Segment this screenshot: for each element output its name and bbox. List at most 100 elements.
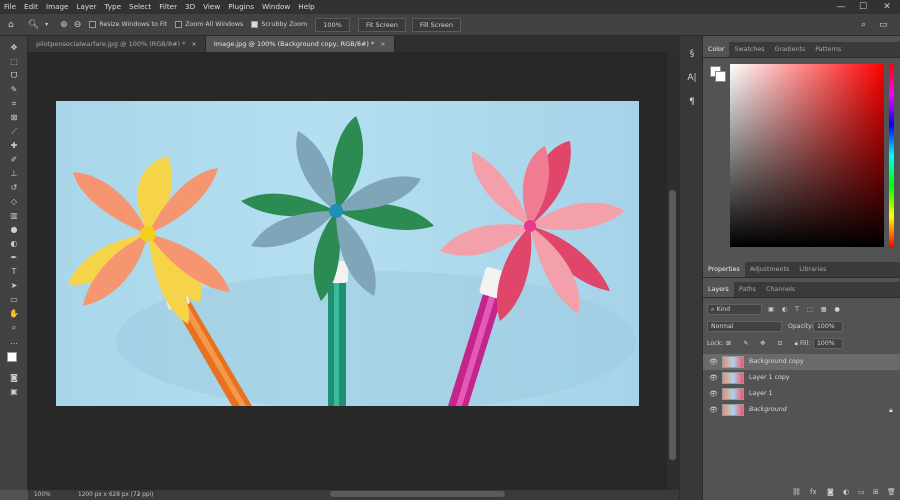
zoom-out-icon[interactable]: ⊖ [74,20,82,30]
lasso-tool-icon[interactable]: ᗜ [8,70,20,82]
foreground-color-swatch[interactable] [7,352,17,362]
chevron-down-icon[interactable]: ▾ [45,21,48,28]
blur-tool-icon[interactable]: ● [8,224,20,236]
more-tools-icon[interactable]: … [8,336,20,348]
document-info[interactable]: 1200 px x 628 px (72 ppi) [78,490,153,500]
menu-filter[interactable]: Filter [155,0,181,14]
tab-color[interactable]: Color [703,42,730,57]
layer-row[interactable]: 👁︎ Layer 1 copy [703,370,900,386]
layer-row[interactable]: 👁︎ Background copy [703,354,900,370]
eye-icon[interactable]: 👁︎ [709,354,718,370]
zoom-all-windows-checkbox[interactable]: Zoom All Windows [175,21,243,28]
close-tab-icon[interactable]: × [380,40,385,48]
tab-properties[interactable]: Properties [703,262,745,277]
zoom-in-icon[interactable]: ⊕ [60,20,68,30]
chevron-right-icon[interactable]: › [138,490,140,500]
menu-layer[interactable]: Layer [72,0,100,14]
gradient-tool-icon[interactable]: ▥ [8,210,20,222]
healing-brush-icon[interactable]: ✚ [8,140,20,152]
menu-view[interactable]: View [199,0,224,14]
tab-gradients[interactable]: Gradients [770,42,811,57]
close-tab-icon[interactable]: × [191,40,196,48]
vertical-scrollbar-thumb[interactable] [669,190,676,460]
tab-adjustments[interactable]: Adjustments [745,262,794,277]
eye-icon[interactable]: 👁︎ [709,386,718,402]
tab-pilotpen[interactable]: pilotpensocialwarfare.jpg @ 100% (RGB/8#… [28,36,206,52]
menu-help[interactable]: Help [294,0,318,14]
hand-tool-icon[interactable]: ✋ [8,308,20,320]
fill-screen-button[interactable]: Fill Screen [411,17,462,32]
menu-plugins[interactable]: Plugins [224,0,258,14]
menu-3d[interactable]: 3D [181,0,199,14]
resize-windows-checkbox[interactable]: Resize Windows to Fit [89,21,167,28]
workspace-icon[interactable]: ▭ [879,20,888,30]
quick-select-icon[interactable]: ✎ [8,84,20,96]
dodge-tool-icon[interactable]: ◐ [8,238,20,250]
menu-window[interactable]: Window [258,0,294,14]
lock-icons[interactable]: ⊠ ✎ ✥ ⊡ 🔒︎ [726,338,803,349]
tab-libraries[interactable]: Libraries [794,262,831,277]
menu-file[interactable]: File [0,0,20,14]
marquee-tool-icon[interactable]: ⬚ [8,56,20,68]
hue-slider[interactable] [889,64,894,247]
zoom-percent-field[interactable]: 100% [315,17,350,32]
tab-swatches[interactable]: Swatches [729,42,769,57]
new-layer-icon[interactable]: ⊞ [873,488,879,496]
frame-tool-icon[interactable]: ⊠ [8,112,20,124]
screen-mode-icon[interactable]: ▣ [8,386,20,398]
blend-mode-select[interactable]: Normal [707,321,782,332]
minimize-button[interactable]: — [830,0,852,14]
crop-tool-icon[interactable]: ⌗ [8,98,20,110]
stamp-tool-icon[interactable]: ⊥ [8,168,20,180]
tab-patterns[interactable]: Patterns [810,42,846,57]
zoom-level-readout[interactable]: 100% [34,490,51,500]
menu-type[interactable]: Type [101,0,126,14]
eraser-tool-icon[interactable]: ◇ [8,196,20,208]
layer-filter-icons[interactable]: ▣ ◐ T ⬚ ▦ ● [768,304,848,315]
search-icon[interactable]: ⌕ [861,20,866,30]
fit-screen-button[interactable]: Fit Screen [357,17,406,32]
character-panel-icon[interactable]: A| [686,72,698,84]
zoom-tool-icon[interactable]: 🔍︎ [28,20,39,30]
zoom-tool-small-icon[interactable]: ⌕ [8,322,20,334]
menu-edit[interactable]: Edit [20,0,42,14]
eye-icon[interactable]: 👁︎ [709,402,718,418]
home-icon[interactable]: ⌂ [8,20,14,30]
layer-row[interactable]: 👁︎ Layer 1 [703,386,900,402]
paragraph-panel-icon[interactable]: ¶ [686,96,698,108]
tab-channels[interactable]: Channels [761,282,800,297]
delete-layer-icon[interactable]: 🗑︎ [887,488,896,496]
menu-image[interactable]: Image [42,0,73,14]
adjustment-layer-icon[interactable]: ◐ [843,488,849,496]
path-select-icon[interactable]: ➤ [8,280,20,292]
fx-icon[interactable]: fx [810,488,817,496]
pen-tool-icon[interactable]: ✒ [8,252,20,264]
lock-icon[interactable]: 🔒︎ [889,402,893,418]
close-window-button[interactable]: ✕ [876,0,898,14]
eyedropper-icon[interactable]: ⟋ [8,126,20,138]
background-color-chip[interactable] [715,71,726,82]
add-mask-icon[interactable]: ◙ [827,488,834,496]
tab-paths[interactable]: Paths [734,282,761,297]
fill-field[interactable]: 100% [813,338,843,349]
move-tool-icon[interactable]: ✥ [8,42,20,54]
menu-select[interactable]: Select [125,0,155,14]
quick-mask-icon[interactable]: ◙ [8,372,20,384]
tab-layers[interactable]: Layers [703,282,734,297]
opacity-field[interactable]: 100% [813,321,843,332]
link-layers-icon[interactable]: ⛓ [792,488,801,496]
history-panel-icon[interactable]: § [686,48,698,60]
tab-image[interactable]: Image.jpg @ 100% (Background copy, RGB/8… [205,36,395,52]
history-brush-icon[interactable]: ↺ [8,182,20,194]
group-icon[interactable]: ▭ [858,488,865,496]
layer-filter-kind[interactable]: ⌕ Kind [707,304,762,315]
horizontal-scrollbar-thumb[interactable] [330,491,505,497]
type-tool-icon[interactable]: T [8,266,20,278]
layer-row[interactable]: 👁︎ Background 🔒︎ [703,402,900,418]
document-canvas-image[interactable] [56,101,639,406]
eye-icon[interactable]: 👁︎ [709,370,718,386]
scrubby-zoom-checkbox[interactable]: Scrubby Zoom [251,21,307,28]
brush-tool-icon[interactable]: ✐ [8,154,20,166]
color-spectrum-field[interactable] [730,64,884,247]
shape-tool-icon[interactable]: ▭ [8,294,20,306]
